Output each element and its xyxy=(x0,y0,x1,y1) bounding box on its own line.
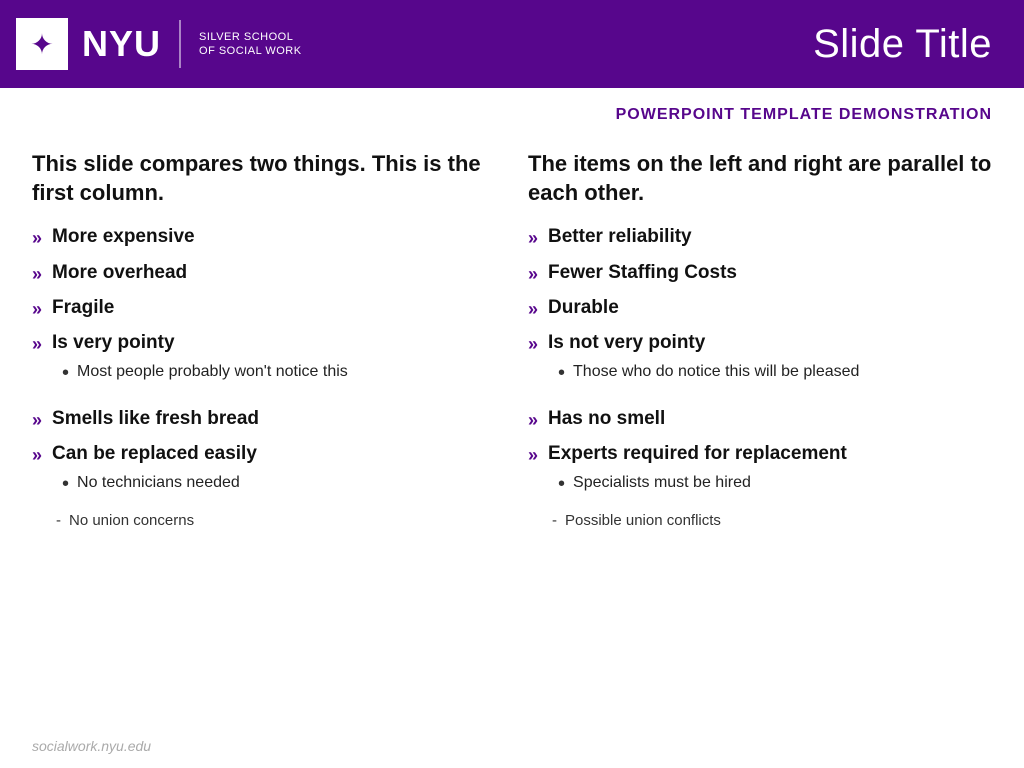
torch-icon: ✦ xyxy=(30,28,53,61)
item-label: Is not very pointy xyxy=(548,331,705,356)
left-column-heading: This slide compares two things. This is … xyxy=(32,150,496,207)
right-column: The items on the left and right are para… xyxy=(528,150,992,726)
sub-list-item: • No technicians needed xyxy=(62,472,240,498)
list-item: » Fragile xyxy=(32,296,496,321)
chevron-icon: » xyxy=(32,409,42,432)
subtitle-text: POWERPOINT TEMPLATE DEMONSTRATION xyxy=(616,106,992,123)
sub-bullet-list: • Those who do notice this will be pleas… xyxy=(558,361,859,391)
item-label: More overhead xyxy=(52,261,187,286)
item-label: Has no smell xyxy=(548,407,665,432)
chevron-icon: » xyxy=(32,227,42,250)
sub-list-item: • Those who do notice this will be pleas… xyxy=(558,361,859,387)
sub-bullet-list: • Most people probably won't notice this xyxy=(62,361,348,391)
list-item: » Smells like fresh bread xyxy=(32,407,496,432)
item-label: Fragile xyxy=(52,296,114,321)
item-label: Fewer Staffing Costs xyxy=(548,261,737,286)
sub-item-label: Specialists must be hired xyxy=(573,472,751,494)
sub-sub-list-item: - Possible union conflicts xyxy=(552,510,721,531)
sub-item-label: Those who do notice this will be pleased xyxy=(573,361,859,383)
item-label: Smells like fresh bread xyxy=(52,407,259,432)
sub-sub-bullet-list: - No union concerns xyxy=(56,510,194,533)
sub-item-label: Most people probably won't notice this xyxy=(77,361,348,383)
slide-title: Slide Title xyxy=(813,22,992,67)
sub-list-item: • Specialists must be hired xyxy=(558,472,751,498)
right-bullet-list: » Better reliability » Fewer Staffing Co… xyxy=(528,225,992,546)
dot-icon: • xyxy=(62,359,69,387)
dot-icon: • xyxy=(558,470,565,498)
chevron-icon: » xyxy=(32,444,42,467)
chevron-icon: » xyxy=(528,409,538,432)
school-line1: SILVER SCHOOL xyxy=(199,30,302,44)
left-column: This slide compares two things. This is … xyxy=(32,150,496,726)
item-label: More expensive xyxy=(52,225,195,250)
chevron-icon: » xyxy=(528,263,538,286)
sub-sub-bullet-list: - Possible union conflicts xyxy=(552,510,721,533)
chevron-icon: » xyxy=(528,444,538,467)
sub-sub-item-label: Possible union conflicts xyxy=(565,510,721,531)
sub-bullet-list: • No technicians needed xyxy=(62,472,240,502)
item-label: Can be replaced easily xyxy=(52,442,257,467)
list-item: » Fewer Staffing Costs xyxy=(528,261,992,286)
sub-sub-item-label: No union concerns xyxy=(69,510,194,531)
list-item: » Is not very pointy • Those who do noti… xyxy=(528,331,992,396)
main-content: This slide compares two things. This is … xyxy=(0,134,1024,726)
chevron-icon: » xyxy=(32,263,42,286)
list-item: » Can be replaced easily • No technician… xyxy=(32,442,496,536)
vertical-divider xyxy=(179,20,181,68)
logo-area: ✦ NYU SILVER SCHOOL OF SOCIAL WORK xyxy=(16,18,302,70)
item-label: Better reliability xyxy=(548,225,692,250)
sub-bullet-list: • Specialists must be hired xyxy=(558,472,751,502)
dash-icon: - xyxy=(552,510,557,531)
dot-icon: • xyxy=(62,470,69,498)
nyu-wordmark: NYU xyxy=(82,26,161,62)
nyu-text: NYU xyxy=(82,26,161,62)
page-wrapper: ✦ NYU SILVER SCHOOL OF SOCIAL WORK Slide… xyxy=(0,0,1024,768)
chevron-icon: » xyxy=(528,333,538,356)
list-item: » Better reliability xyxy=(528,225,992,250)
chevron-icon: » xyxy=(32,333,42,356)
list-item: » More expensive xyxy=(32,225,496,250)
list-item: » More overhead xyxy=(32,261,496,286)
nyu-torch-box: ✦ xyxy=(16,18,68,70)
sub-sub-list-item: - No union concerns xyxy=(56,510,194,531)
school-name-block: SILVER SCHOOL OF SOCIAL WORK xyxy=(199,30,302,59)
left-bullet-list: » More expensive » More overhead » Fragi… xyxy=(32,225,496,546)
item-label: Durable xyxy=(548,296,619,321)
list-item: » Durable xyxy=(528,296,992,321)
dash-icon: - xyxy=(56,510,61,531)
dot-icon: • xyxy=(558,359,565,387)
chevron-icon: » xyxy=(528,227,538,250)
header: ✦ NYU SILVER SCHOOL OF SOCIAL WORK Slide… xyxy=(0,0,1024,88)
list-item: » Is very pointy • Most people probably … xyxy=(32,331,496,396)
item-label: Is very pointy xyxy=(52,331,175,356)
right-column-heading: The items on the left and right are para… xyxy=(528,150,992,207)
school-line2: OF SOCIAL WORK xyxy=(199,44,302,58)
item-label: Experts required for replacement xyxy=(548,442,847,467)
footer-text: socialwork.nyu.edu xyxy=(32,738,151,754)
list-item: » Has no smell xyxy=(528,407,992,432)
footer: socialwork.nyu.edu xyxy=(0,726,1024,768)
sub-list-item: • Most people probably won't notice this xyxy=(62,361,348,387)
chevron-icon: » xyxy=(32,298,42,321)
sub-item-label: No technicians needed xyxy=(77,472,240,494)
slide-title-text: Slide Title xyxy=(813,22,992,66)
chevron-icon: » xyxy=(528,298,538,321)
subtitle-bar: POWERPOINT TEMPLATE DEMONSTRATION xyxy=(0,88,1024,134)
list-item: » Experts required for replacement • Spe… xyxy=(528,442,992,536)
